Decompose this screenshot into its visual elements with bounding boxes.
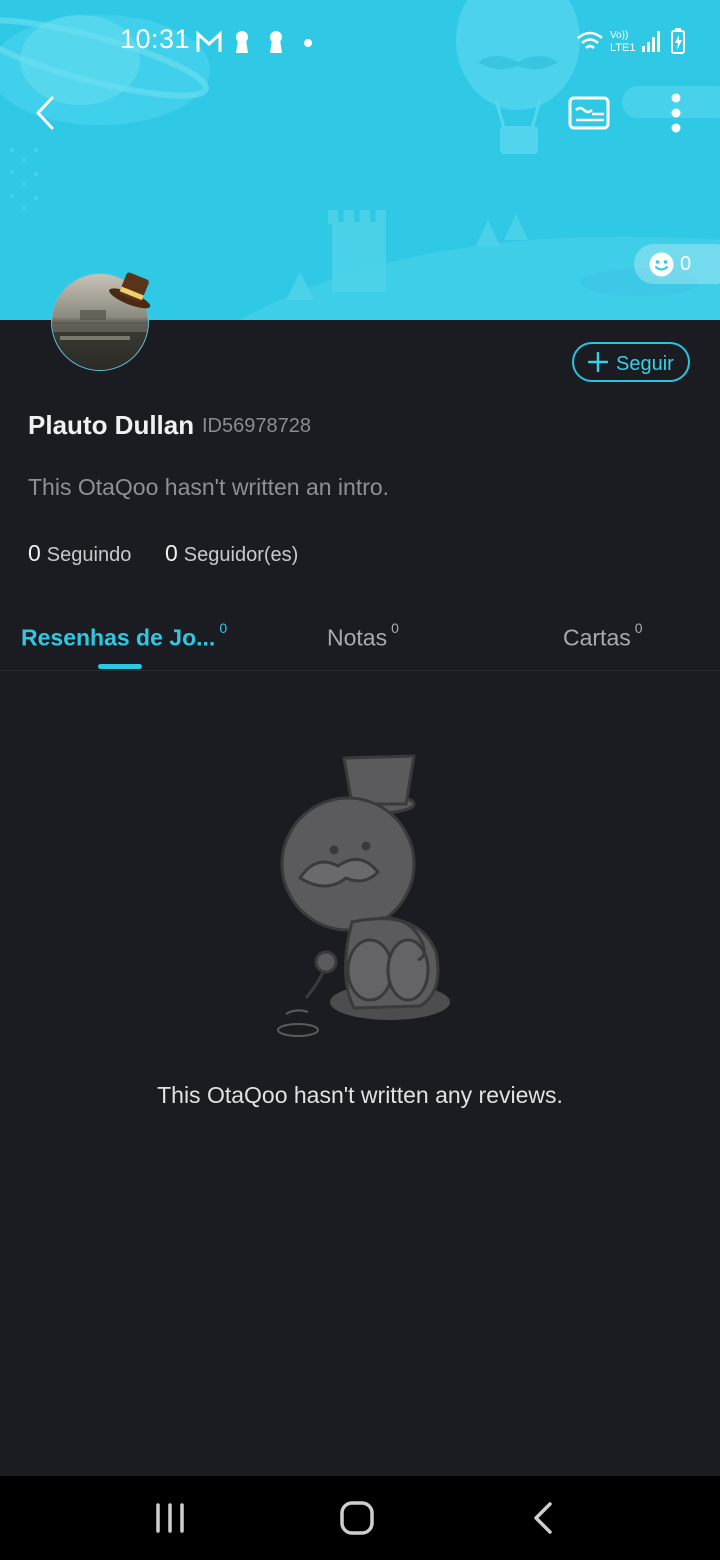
following-label: Seguindo bbox=[46, 544, 132, 566]
tab-cards[interactable]: Cartas 0 bbox=[563, 620, 643, 652]
tab-game-reviews[interactable]: Resenhas de Jo... 0 bbox=[21, 620, 227, 652]
following-stat[interactable]: 0 Seguindo bbox=[28, 540, 131, 567]
tab-count: 0 bbox=[391, 620, 399, 636]
keyhole-icon bbox=[236, 31, 248, 53]
follow-button[interactable]: Seguir bbox=[572, 342, 690, 382]
status-bar: 10:31 Vo)) LTE1 bbox=[0, 0, 720, 84]
profile-intro: This OtaQoo hasn't written an intro. bbox=[28, 474, 390, 500]
profile-tabs: Resenhas de Jo... 0 Notas 0 Cartas 0 bbox=[0, 600, 720, 671]
empty-state-message: This OtaQoo hasn't written any reviews. bbox=[157, 1082, 563, 1108]
volte-icon: Vo)) bbox=[610, 30, 628, 41]
recents-button[interactable] bbox=[150, 1500, 190, 1536]
back-arrow-icon bbox=[534, 1502, 552, 1534]
profile-screen: 10:31 Vo)) LTE1 0 Seguir Plauto Dullan I… bbox=[0, 0, 720, 1560]
tab-label: Notas bbox=[327, 624, 388, 651]
id-card-button[interactable] bbox=[564, 92, 614, 134]
followers-count: 0 bbox=[165, 540, 178, 566]
back-button[interactable] bbox=[22, 88, 70, 138]
gmail-icon bbox=[196, 30, 222, 52]
tab-count: 0 bbox=[634, 620, 643, 636]
system-navigation-bar bbox=[0, 1476, 720, 1560]
like-count: 0 bbox=[680, 253, 692, 275]
avatar[interactable] bbox=[50, 266, 156, 372]
like-counter[interactable]: 0 bbox=[634, 244, 720, 284]
status-system-icons: Vo)) LTE1 bbox=[577, 28, 685, 54]
battery-charging-icon bbox=[671, 28, 685, 54]
signal-icon bbox=[642, 31, 660, 52]
follow-label: Seguir bbox=[616, 353, 674, 375]
active-tab-indicator bbox=[98, 664, 142, 669]
smile-icon bbox=[649, 252, 674, 277]
chevron-left-icon bbox=[36, 96, 54, 130]
profile-name: Plauto Dullan bbox=[28, 410, 195, 440]
following-count: 0 bbox=[28, 540, 41, 566]
status-time: 10:31 bbox=[120, 24, 191, 54]
plus-icon bbox=[588, 352, 608, 372]
tab-count: 0 bbox=[219, 620, 228, 636]
tab-notes[interactable]: Notas 0 bbox=[327, 620, 399, 652]
followers-stat[interactable]: 0 Seguidor(es) bbox=[165, 540, 298, 567]
profile-id: ID56978728 bbox=[202, 415, 311, 437]
lte-label: LTE1 bbox=[610, 42, 635, 54]
home-button[interactable] bbox=[336, 1498, 378, 1538]
recents-icon bbox=[156, 1503, 184, 1533]
more-options-button[interactable] bbox=[656, 88, 696, 138]
id-card-icon bbox=[568, 96, 610, 130]
system-back-button[interactable] bbox=[528, 1498, 558, 1538]
tab-label: Cartas bbox=[563, 624, 631, 651]
followers-label: Seguidor(es) bbox=[183, 544, 299, 566]
wifi-icon bbox=[577, 31, 603, 49]
home-icon bbox=[340, 1501, 374, 1535]
keyhole-icon bbox=[270, 31, 282, 53]
tab-label: Resenhas de Jo... bbox=[21, 624, 216, 651]
status-notification-icons bbox=[196, 30, 312, 53]
more-vertical-icon bbox=[671, 93, 681, 133]
empty-state-mascot-icon bbox=[277, 754, 450, 1037]
dot-icon bbox=[304, 39, 312, 47]
